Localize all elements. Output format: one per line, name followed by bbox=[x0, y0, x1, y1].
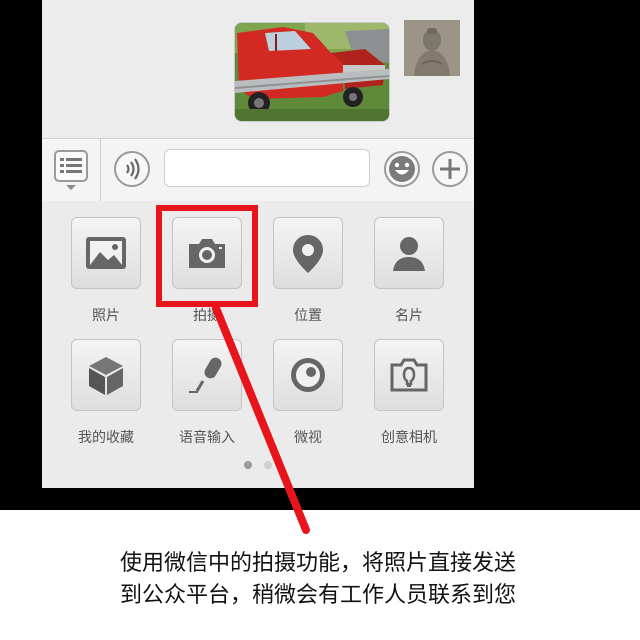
caption-line-1: 使用微信中的拍摄功能，将照片直接发送 bbox=[120, 551, 517, 576]
annotation-caption: 使用微信中的拍摄功能，将照片直接发送 到公众平台，稍微会有工作人员联系到您 bbox=[120, 548, 620, 612]
annotation-arrow bbox=[212, 304, 310, 534]
caption-line-2: 到公众平台，稍微会有工作人员联系到您 bbox=[120, 583, 517, 608]
